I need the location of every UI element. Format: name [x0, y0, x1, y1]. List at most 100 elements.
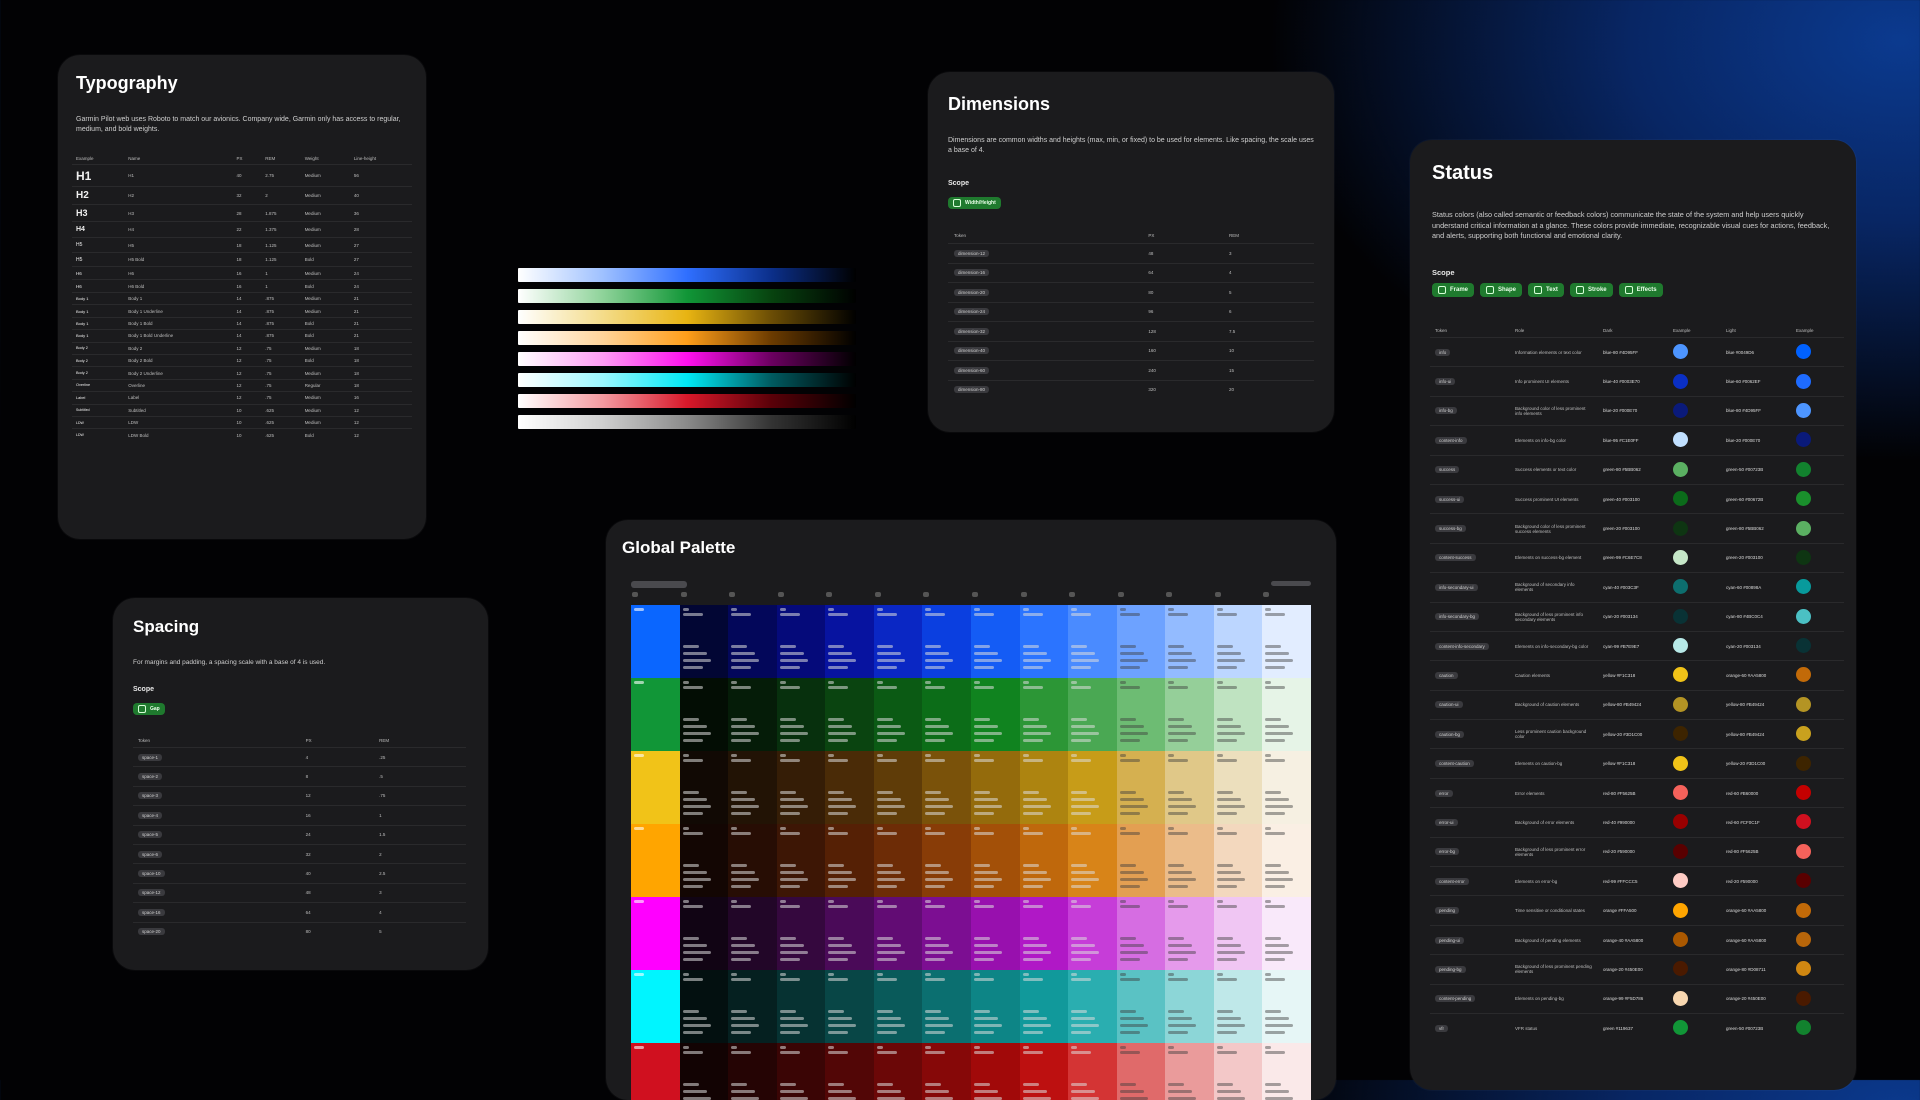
px-cell: 4: [300, 746, 375, 767]
color-swatch: [1673, 873, 1688, 889]
palette-swatch: [1165, 678, 1214, 751]
status-scope-label: Scope: [1432, 268, 1455, 277]
dark-example: [1668, 924, 1721, 955]
type-lh: 21: [349, 304, 412, 318]
swatch-label-line: [1168, 812, 1189, 815]
table-row: H6 H6 16 1 Medium 24: [72, 266, 412, 280]
swatch-label-line: [1022, 739, 1043, 742]
swatch-label-line: [1071, 681, 1078, 684]
swatch-label-line: [974, 978, 994, 981]
palette-swatch: [922, 1043, 971, 1100]
swatch-label-line: [779, 871, 804, 874]
palette-swatch: [1116, 897, 1166, 970]
swatch-label-line: [1071, 1031, 1092, 1034]
role-cell: Elements on success-bg element: [1510, 542, 1598, 573]
swatch-label-line: [1071, 732, 1100, 735]
swatch-label-line: [731, 718, 748, 721]
swatch-label-line: [1119, 759, 1140, 762]
type-weight: Bold: [300, 329, 350, 343]
swatch-label-line: [1168, 1010, 1185, 1013]
dark-example: [1668, 983, 1721, 1014]
dimensions-scope-label: Scope: [948, 180, 970, 187]
type-px: 16: [232, 279, 262, 293]
swatch-label-line: [1119, 613, 1140, 616]
swatch-label-line: [925, 686, 946, 689]
palette-swatch: [1262, 970, 1311, 1043]
light-example: [1791, 719, 1844, 749]
palette-column-marker: [1214, 592, 1221, 597]
type-lh: 18: [349, 366, 412, 380]
swatch-label-line: [731, 686, 752, 689]
swatch-label-line: [876, 681, 883, 684]
token-badge: dimension-20: [954, 288, 990, 296]
palette-swatch: [971, 605, 1020, 678]
swatch-label-line: [779, 652, 804, 655]
role-cell: Success elements or text color: [1510, 454, 1598, 485]
dark-example: [1668, 777, 1721, 808]
swatch-label-line: [682, 1017, 707, 1020]
table-row: LDW LDW Bold 10.625 Bold 12: [72, 428, 412, 442]
role-cell: Info prominent UI elements: [1510, 366, 1598, 397]
token-badge: info-secondary-ui: [1435, 583, 1478, 591]
light-value: red-80 #F5625B: [1721, 836, 1791, 867]
swatch-label-line: [779, 827, 786, 830]
gradient-strip: [518, 394, 856, 408]
swatch-label-line: [1265, 666, 1286, 669]
type-weight: Medium: [300, 204, 350, 222]
swatch-label-line: [1216, 608, 1223, 611]
type-px: 14: [232, 329, 262, 343]
swatch-label-line: [876, 1083, 893, 1086]
palette-base-swatch: [631, 970, 680, 1043]
table-row: space-12 48 3: [133, 882, 466, 903]
swatch-label-line: [779, 666, 800, 669]
dark-value: blue-80 #4D95FF: [1598, 336, 1668, 367]
rem-cell: .25: [374, 746, 466, 767]
swatch-label-line: [925, 739, 946, 742]
swatch-label-line: [682, 666, 703, 669]
color-swatch: [1796, 696, 1811, 712]
swatch-label-line: [925, 1090, 950, 1093]
swatch-label-line: [682, 798, 707, 801]
swatch-label-line: [731, 1010, 748, 1013]
swatch-label-line: [876, 1024, 905, 1027]
rem-cell: 4: [1223, 262, 1314, 283]
column-header: REM: [1229, 233, 1240, 238]
role-cell: Caution elements: [1510, 660, 1598, 691]
swatch-label-line: [779, 1046, 786, 1049]
swatch-label-line: [925, 1051, 946, 1054]
light-example: [1791, 542, 1844, 573]
swatch-label-line: [1216, 666, 1237, 669]
column-header: Dark: [1603, 328, 1613, 333]
type-weight: Medium: [300, 186, 350, 205]
swatch-label-line: [876, 613, 897, 616]
type-weight: Bold: [300, 252, 350, 267]
dimensions-title: Dimensions: [948, 94, 1051, 114]
swatch-label-line: [1216, 681, 1223, 684]
swatch-label-line: [1071, 659, 1100, 662]
type-example: Body 1: [72, 304, 125, 318]
type-name: H2: [124, 186, 233, 205]
type-example: Body 2: [72, 341, 125, 355]
dark-value: blue-20 #000E70: [1598, 395, 1668, 426]
swatch-label-line: [1168, 864, 1185, 867]
column-header: REM: [379, 738, 390, 743]
palette-column-marker-wrap: [874, 592, 923, 598]
token-badge: content-error: [1435, 877, 1469, 885]
swatch-label-line: [1168, 1017, 1193, 1020]
swatch-label-line: [1119, 958, 1140, 961]
swatch-label-line: [1071, 739, 1092, 742]
palette-column-marker: [874, 592, 881, 597]
token-badge: dimension-80: [954, 386, 990, 394]
light-value: blue-20 #000E70: [1721, 425, 1791, 456]
typography-description: Garmin Pilot web uses Roboto to match ou…: [76, 116, 401, 134]
swatch-label-line: [731, 798, 756, 801]
swatch-label-line: [731, 1083, 748, 1086]
swatch-label-line: [1265, 681, 1272, 684]
dark-example: [1668, 395, 1721, 426]
swatch-label-line: [1265, 725, 1290, 728]
column-header: Name: [128, 156, 141, 161]
palette-column-marker-wrap: [1214, 592, 1263, 598]
swatch-label-line: [925, 885, 946, 888]
swatch-label-line: [1265, 871, 1290, 874]
swatch-label-line: [1168, 613, 1189, 616]
